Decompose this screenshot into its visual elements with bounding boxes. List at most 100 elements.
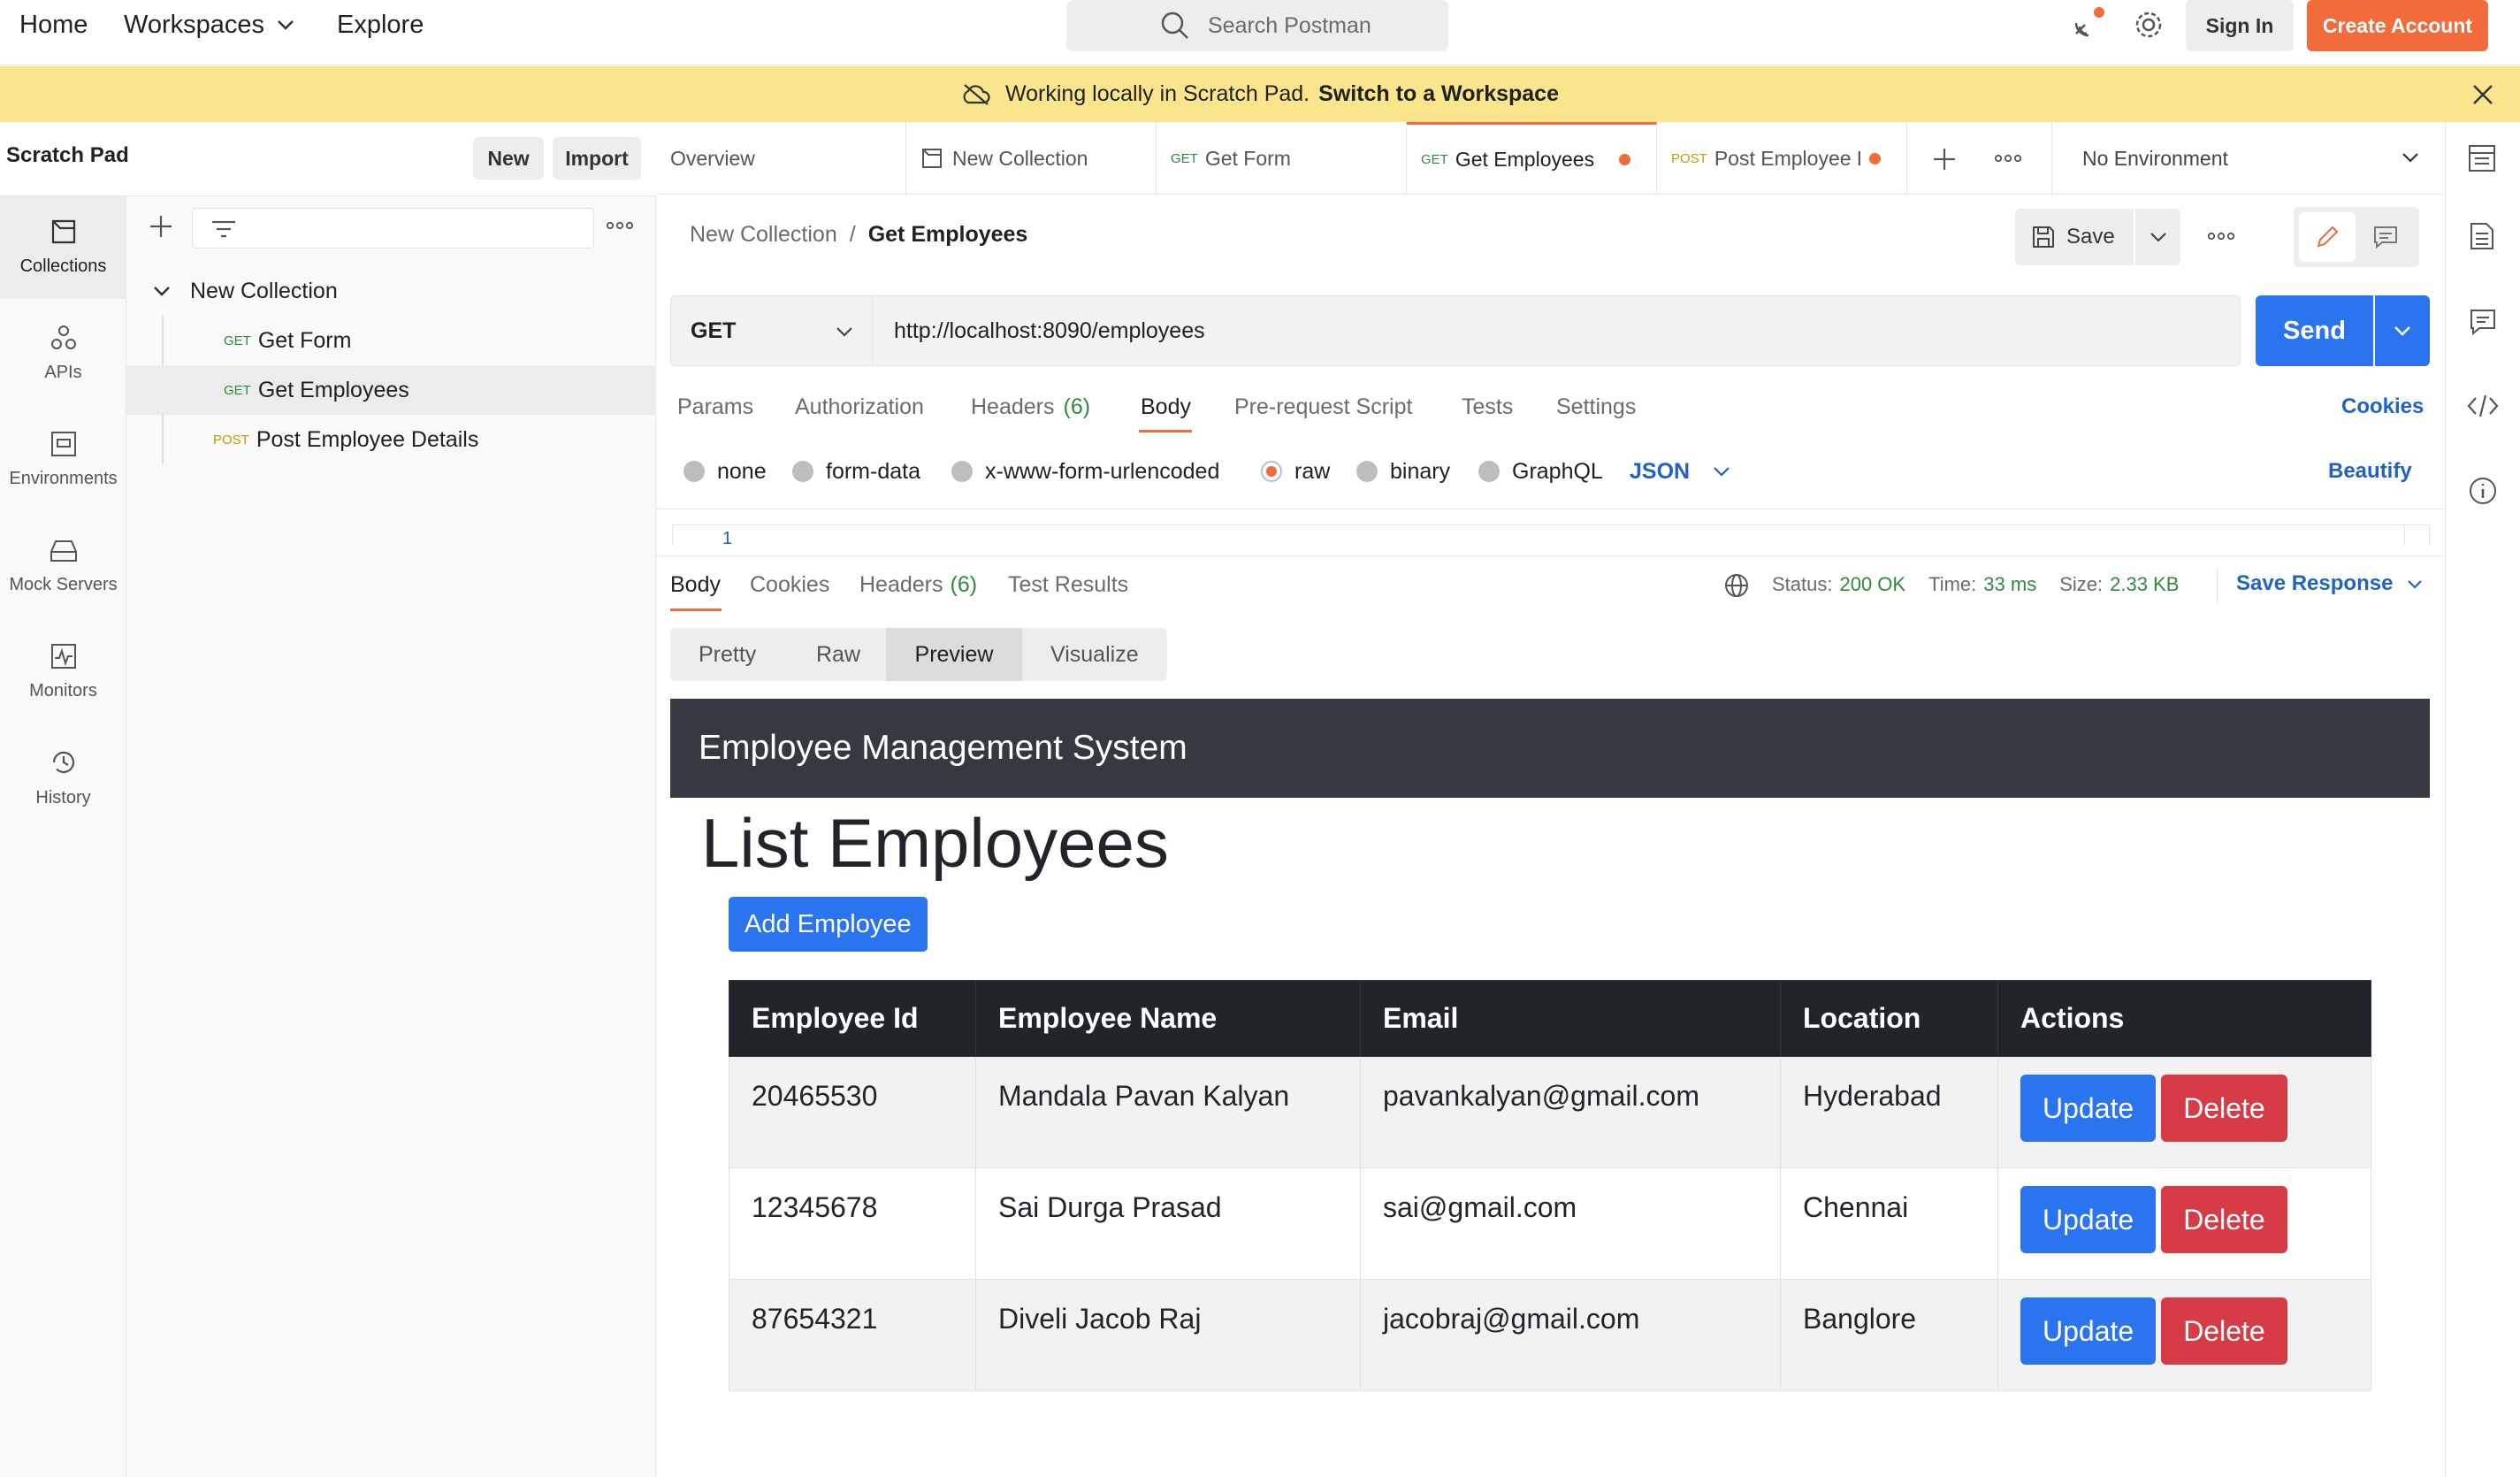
- save-response-button[interactable]: Save Response: [2236, 571, 2423, 596]
- update-button[interactable]: Update: [2020, 1075, 2157, 1142]
- beautify-link[interactable]: Beautify: [2328, 459, 2412, 484]
- tab-new-collection[interactable]: New Collection: [906, 122, 1157, 195]
- format-label: JSON: [1630, 458, 1691, 484]
- tab-more-icon[interactable]: [1995, 154, 2021, 163]
- tab-body[interactable]: Body: [1141, 394, 1191, 420]
- view-preview[interactable]: Preview: [886, 628, 1022, 681]
- right-context-rail: [2445, 122, 2520, 1477]
- edit-pencil-icon[interactable]: [2299, 212, 2356, 262]
- request-tab-bar: Overview New Collection GET Get Form GET…: [656, 122, 2442, 195]
- request-item-get-form[interactable]: GET Get Form: [126, 316, 656, 365]
- satellite-icon[interactable]: [2069, 7, 2104, 42]
- delete-button[interactable]: Delete: [2161, 1075, 2287, 1142]
- method-badge: GET: [224, 333, 251, 348]
- import-button[interactable]: Import: [553, 137, 641, 180]
- time-value[interactable]: 33 ms: [1983, 573, 2036, 596]
- body-editor[interactable]: 1: [672, 524, 2430, 546]
- response-tab-cookies[interactable]: Cookies: [750, 572, 829, 598]
- rail-item-collections[interactable]: Collections: [0, 195, 126, 299]
- send-dropdown-button[interactable]: [2375, 295, 2430, 366]
- radio-raw[interactable]: raw: [1261, 456, 1330, 486]
- delete-button[interactable]: Delete: [2161, 1297, 2287, 1365]
- rail-item-monitors[interactable]: Monitors: [0, 619, 126, 723]
- close-icon[interactable]: [2472, 84, 2493, 105]
- radio-circle: [1356, 461, 1378, 482]
- code-icon[interactable]: [2467, 393, 2499, 419]
- documentation-icon[interactable]: [2469, 221, 2495, 251]
- comment-view-icon[interactable]: [2357, 212, 2414, 262]
- tab-post-employee[interactable]: POST Post Employee D: [1657, 122, 1907, 195]
- nav-workspaces-label: Workspaces: [124, 11, 265, 39]
- new-button[interactable]: New: [473, 137, 544, 180]
- more-options-icon[interactable]: [607, 221, 633, 230]
- response-tab-test-results[interactable]: Test Results: [1008, 572, 1128, 598]
- response-tab-headers[interactable]: Headers (6): [859, 572, 977, 598]
- sign-in-button[interactable]: Sign In: [2186, 0, 2294, 51]
- radio-graphql[interactable]: GraphQL: [1478, 456, 1603, 486]
- radio-form-data[interactable]: form-data: [792, 456, 920, 486]
- globe-icon[interactable]: [1723, 572, 1750, 599]
- tab-get-form[interactable]: GET Get Form: [1157, 122, 1407, 195]
- resize-divider[interactable]: [656, 555, 2444, 556]
- cell-actions: Update Delete: [1997, 1056, 2371, 1168]
- delete-button[interactable]: Delete: [2161, 1186, 2287, 1253]
- navbar-brand[interactable]: Employee Management System: [699, 729, 1187, 768]
- request-item-post-employee[interactable]: POST Post Employee Details: [126, 415, 656, 464]
- view-visualize[interactable]: Visualize: [1050, 642, 1139, 668]
- request-item-get-employees[interactable]: GET Get Employees: [126, 365, 656, 415]
- status-value[interactable]: 200 OK: [1839, 573, 1905, 596]
- tab-settings[interactable]: Settings: [1556, 394, 1636, 420]
- cell-actions: Update Delete: [1997, 1167, 2371, 1280]
- radio-binary[interactable]: binary: [1356, 456, 1450, 486]
- tab-headers[interactable]: Headers (6): [971, 394, 1090, 420]
- tab-authorization[interactable]: Authorization: [795, 394, 924, 420]
- view-pretty[interactable]: Pretty: [699, 642, 756, 668]
- filter-input[interactable]: [192, 208, 594, 249]
- update-button[interactable]: Update: [2020, 1186, 2157, 1253]
- collection-item[interactable]: New Collection: [126, 266, 656, 316]
- new-tab-plus-icon[interactable]: [1932, 147, 1957, 172]
- save-button[interactable]: Save: [2015, 209, 2134, 265]
- rail-item-environments[interactable]: Environments: [0, 407, 126, 511]
- response-view-toggle: Pretty Raw Preview Visualize: [670, 628, 1167, 681]
- size-value[interactable]: 2.33 KB: [2110, 573, 2179, 596]
- request-more-icon[interactable]: [2208, 232, 2234, 241]
- radio-urlencoded[interactable]: x-www-form-urlencoded: [951, 456, 1219, 486]
- method-select[interactable]: GET: [670, 295, 874, 366]
- rail-item-mock-servers[interactable]: Mock Servers: [0, 513, 126, 617]
- nav-workspaces[interactable]: Workspaces: [124, 0, 294, 50]
- radio-label: x-www-form-urlencoded: [985, 458, 1220, 484]
- method-badge: GET: [224, 382, 251, 398]
- create-account-button[interactable]: Create Account: [2307, 0, 2488, 51]
- tab-tests[interactable]: Tests: [1462, 394, 1513, 420]
- plus-icon[interactable]: [149, 214, 173, 239]
- tab-prerequest-script[interactable]: Pre-request Script: [1234, 394, 1412, 420]
- format-select[interactable]: JSON: [1630, 456, 1730, 486]
- rail-item-history[interactable]: History: [0, 725, 126, 830]
- scratchpad-title: Scratch Pad: [6, 143, 129, 167]
- tab-params[interactable]: Params: [677, 394, 753, 420]
- search-input[interactable]: Search Postman: [1066, 0, 1448, 51]
- switch-workspace-link[interactable]: Switch to a Workspace: [1318, 81, 1559, 107]
- tab-overview[interactable]: Overview: [656, 122, 906, 195]
- view-raw[interactable]: Raw: [816, 642, 860, 668]
- url-input[interactable]: http://localhost:8090/employees: [874, 295, 2241, 366]
- send-button[interactable]: Send: [2256, 295, 2373, 366]
- environment-quick-look-icon[interactable]: [2467, 143, 2497, 173]
- nav-explore[interactable]: Explore: [337, 0, 424, 50]
- settings-gear-icon[interactable]: [2133, 9, 2165, 41]
- update-button[interactable]: Update: [2020, 1297, 2157, 1365]
- breadcrumb-parent[interactable]: New Collection: [690, 222, 837, 248]
- cookies-link[interactable]: Cookies: [2341, 394, 2424, 419]
- response-tab-body[interactable]: Body: [670, 572, 721, 598]
- comments-icon[interactable]: [2469, 308, 2497, 336]
- radio-none[interactable]: none: [683, 456, 767, 486]
- info-icon[interactable]: [2468, 476, 2498, 506]
- rail-item-apis[interactable]: APIs: [0, 301, 126, 405]
- add-employee-button[interactable]: Add Employee: [729, 897, 928, 952]
- nav-home[interactable]: Home: [19, 0, 88, 50]
- table-row: 12345678 Sai Durga Prasad sai@gmail.com …: [729, 1167, 2371, 1280]
- save-dropdown-button[interactable]: [2135, 209, 2180, 265]
- environment-select[interactable]: No Environment: [2051, 122, 2442, 195]
- tab-get-employees[interactable]: GET Get Employees: [1407, 122, 1657, 195]
